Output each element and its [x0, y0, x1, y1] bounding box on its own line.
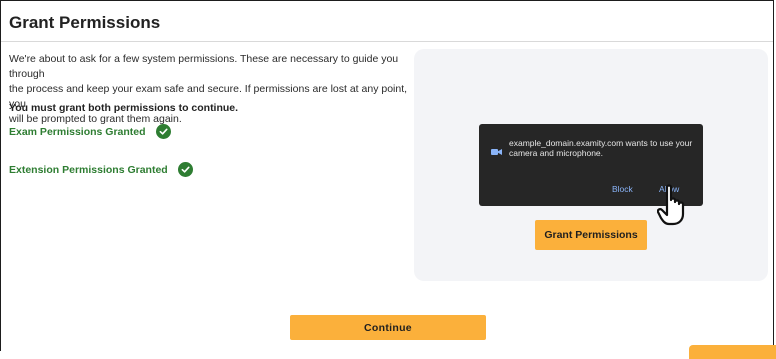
pointer-hand-icon	[656, 184, 697, 233]
corner-button[interactable]	[689, 345, 776, 359]
extension-permissions-status: Extension Permissions Granted	[9, 162, 193, 177]
dialog-message: example_domain.examity.com wants to use …	[509, 138, 693, 158]
title-divider	[1, 41, 773, 42]
page-title: Grant Permissions	[9, 13, 161, 32]
block-button[interactable]: Block	[612, 184, 633, 194]
grant-permissions-button[interactable]: Grant Permissions	[535, 220, 647, 250]
check-circle-icon	[155, 124, 171, 139]
exam-permissions-status: Exam Permissions Granted	[9, 124, 171, 139]
camera-icon	[491, 143, 502, 161]
continue-button[interactable]: Continue	[290, 315, 486, 340]
status-label: Extension Permissions Granted	[9, 163, 168, 176]
intro-text: We're about to ask for a few system perm…	[9, 52, 409, 127]
requirement-text: You must grant both permissions to conti…	[9, 102, 239, 114]
check-circle-icon	[177, 162, 193, 177]
status-label: Exam Permissions Granted	[9, 125, 146, 138]
intro-line: We're about to ask for a few system perm…	[9, 53, 399, 80]
